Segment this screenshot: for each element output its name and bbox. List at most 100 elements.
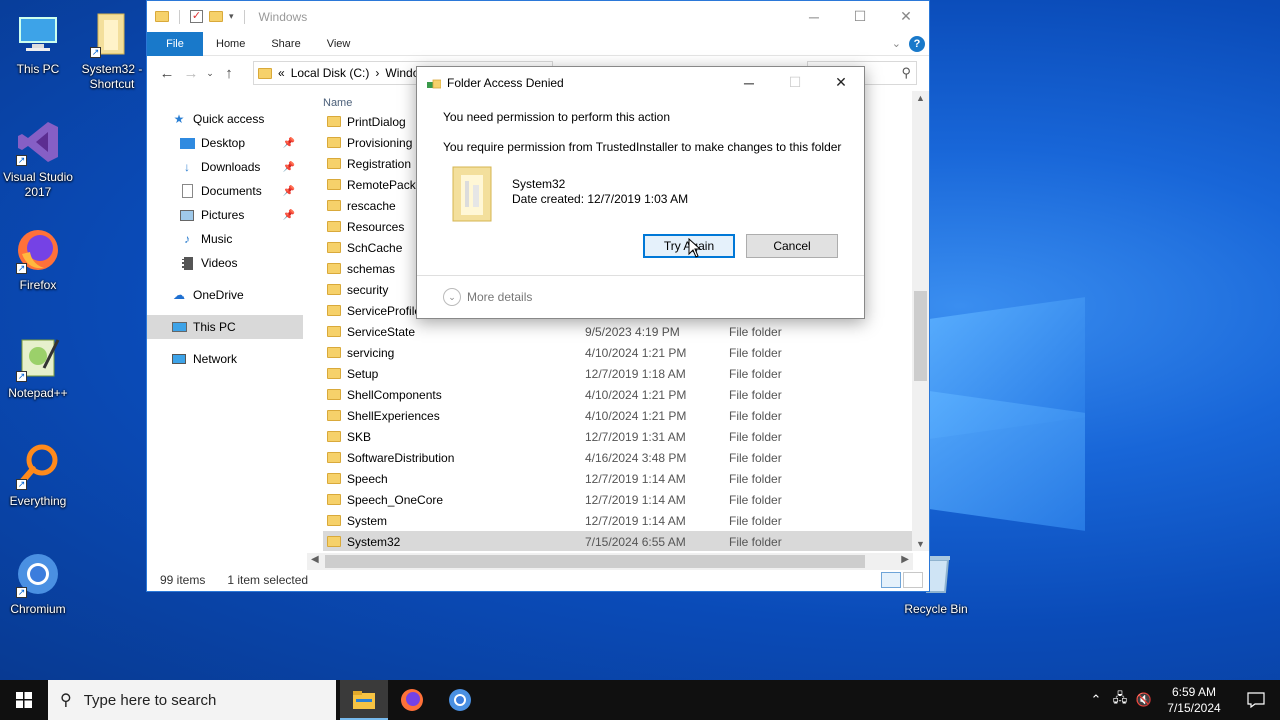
breadcrumb-local-disk[interactable]: Local Disk (C:) <box>291 66 370 80</box>
vertical-scrollbar[interactable]: ▲ ▼ <box>912 91 929 551</box>
folder-icon <box>327 347 341 358</box>
folder-icon <box>327 326 341 337</box>
shortcut-arrow-icon: ↗ <box>16 587 27 598</box>
explorer-titlebar[interactable]: ✓ ▾ Windows ─ ☐ ✕ <box>147 1 929 32</box>
desktop-icon-this-pc[interactable]: This PC <box>0 10 76 77</box>
breadcrumb-separator[interactable]: › <box>375 66 379 80</box>
maximize-button[interactable]: ☐ <box>837 1 883 32</box>
chevron-up-icon[interactable]: ⌃ <box>1084 692 1108 708</box>
file-date-modified: 12/7/2019 1:14 AM <box>585 513 686 528</box>
status-bar: 99 items 1 item selected <box>147 569 929 591</box>
back-button[interactable]: ← <box>155 65 179 82</box>
desktop-icon-notepad-plus-plus[interactable]: ↗ Notepad++ <box>0 334 76 401</box>
divider <box>417 275 864 276</box>
taskbar-firefox[interactable] <box>388 680 436 720</box>
taskbar-search-box[interactable]: ⚲ Type here to search <box>48 680 336 720</box>
desktop-icon-system32-shortcut[interactable]: ↗ System32 - Shortcut <box>74 10 150 92</box>
notification-center-button[interactable] <box>1232 680 1280 720</box>
folder-icon <box>427 78 442 88</box>
minimize-button[interactable]: ─ <box>791 1 837 32</box>
chevron-down-icon[interactable]: ▾ <box>229 11 234 22</box>
desktop-icon-firefox[interactable]: ↗ Firefox <box>0 226 76 293</box>
file-row[interactable]: SoftwareDistribution 4/16/2024 3:48 PM Fil… <box>323 447 913 468</box>
forward-button[interactable]: → <box>179 65 203 82</box>
network-icon[interactable]: 🖧 <box>1108 689 1132 711</box>
sidebar-item-downloads[interactable]: ↓ Downloads 📌 <box>147 155 303 179</box>
scroll-down-icon[interactable]: ▼ <box>912 539 929 549</box>
taskbar-file-explorer[interactable] <box>340 680 388 720</box>
folder-icon <box>327 536 341 547</box>
up-button[interactable]: ↑ <box>217 65 241 82</box>
folder-icon <box>327 389 341 400</box>
sidebar-item-videos[interactable]: Videos <box>147 251 303 275</box>
sidebar-item-onedrive[interactable]: ☁ OneDrive <box>147 283 303 307</box>
properties-icon[interactable]: ✓ <box>190 10 203 23</box>
scroll-up-icon[interactable]: ▲ <box>912 93 929 103</box>
taskbar-chromium[interactable] <box>436 680 484 720</box>
new-folder-icon[interactable] <box>209 11 223 22</box>
details-view-button[interactable] <box>881 572 901 588</box>
scroll-right-icon[interactable]: ▶ <box>901 554 909 565</box>
file-row[interactable]: ShellExperiences 4/10/2024 1:21 PM File fo… <box>323 405 913 426</box>
recent-locations-icon[interactable]: ⌄ <box>203 68 217 79</box>
file-row[interactable]: servicing 4/10/2024 1:21 PM File folder <box>323 342 913 363</box>
scrollbar-thumb[interactable] <box>325 555 865 568</box>
large-icons-view-button[interactable] <box>903 572 923 588</box>
search-icon: ⚲ <box>60 692 72 709</box>
file-date-modified: 4/10/2024 1:21 PM <box>585 408 687 423</box>
help-icon[interactable]: ? <box>909 36 925 52</box>
file-row[interactable]: ShellComponents 4/10/2024 1:21 PM File fol… <box>323 384 913 405</box>
file-name: System <box>347 513 388 528</box>
dialog-close-button[interactable]: ✕ <box>818 67 864 98</box>
firefox-icon <box>401 689 423 711</box>
horizontal-scrollbar[interactable]: ◀ ▶ <box>307 553 913 570</box>
file-row[interactable]: System 12/7/2019 1:14 AM File folder <box>323 510 913 531</box>
file-name: Setup <box>347 366 379 381</box>
dialog-minimize-button[interactable]: ─ <box>726 67 772 98</box>
tab-home[interactable]: Home <box>203 32 258 56</box>
pin-icon[interactable]: 📌 <box>283 162 295 173</box>
dialog-heading: You need permission to perform this acti… <box>443 110 671 124</box>
clock[interactable]: 6:59 AM 7/15/2024 <box>1156 684 1232 716</box>
pin-icon[interactable]: 📌 <box>283 210 295 221</box>
file-name: System32 <box>347 534 401 549</box>
desktop-icon-chromium[interactable]: ↗ Chromium <box>0 550 76 617</box>
file-row[interactable]: ServiceState 9/5/2023 4:19 PM File folder <box>323 321 913 342</box>
scroll-left-icon[interactable]: ◀ <box>311 554 319 565</box>
tab-view[interactable]: View <box>314 32 364 56</box>
volume-muted-icon[interactable]: 🔇 <box>1132 692 1156 708</box>
dialog-titlebar[interactable]: Folder Access Denied ─ ☐ ✕ <box>417 67 864 98</box>
desktop-icon-visual-studio[interactable]: ↗ Visual Studio 2017 <box>0 118 76 200</box>
folder-icon <box>327 158 341 169</box>
tab-file[interactable]: File <box>147 31 203 56</box>
start-button[interactable] <box>0 680 48 720</box>
more-details-toggle[interactable]: ⌄ More details <box>443 288 532 306</box>
file-row[interactable]: Speech 12/7/2019 1:14 AM File folder <box>323 468 913 489</box>
close-button[interactable]: ✕ <box>883 1 929 32</box>
file-row[interactable]: Setup 12/7/2019 1:18 AM File folder <box>323 363 913 384</box>
sidebar-item-this-pc[interactable]: This PC <box>147 315 303 339</box>
file-date-modified: 7/15/2024 6:55 AM <box>585 534 686 549</box>
notification-icon <box>1247 692 1265 708</box>
desktop-icon-everything[interactable]: ↗ Everything <box>0 442 76 509</box>
file-date-modified: 4/10/2024 1:21 PM <box>585 387 687 402</box>
sidebar-item-pictures[interactable]: Pictures 📌 <box>147 203 303 227</box>
sidebar-item-desktop[interactable]: Desktop 📌 <box>147 131 303 155</box>
scrollbar-thumb[interactable] <box>914 291 927 381</box>
tab-share[interactable]: Share <box>258 32 313 56</box>
cancel-button[interactable]: Cancel <box>746 234 838 258</box>
column-header-name[interactable]: Name <box>323 97 352 111</box>
sidebar-item-network[interactable]: Network <box>147 347 303 371</box>
folder-icon <box>327 410 341 421</box>
file-row[interactable]: Speech_OneCore 12/7/2019 1:14 AM File fold… <box>323 489 913 510</box>
expand-ribbon-icon[interactable]: ⌄ <box>892 37 901 50</box>
sidebar-item-quick-access[interactable]: ★ Quick access <box>147 107 303 131</box>
sidebar-item-documents[interactable]: Documents 📌 <box>147 179 303 203</box>
folder-icon <box>327 242 341 253</box>
breadcrumb-overflow[interactable]: « <box>278 66 285 80</box>
pin-icon[interactable]: 📌 <box>283 138 295 149</box>
file-row[interactable]: SKB 12/7/2019 1:31 AM File folder <box>323 426 913 447</box>
sidebar-item-music[interactable]: ♪ Music <box>147 227 303 251</box>
pin-icon[interactable]: 📌 <box>283 186 295 197</box>
file-row[interactable]: System32 7/15/2024 6:55 AM File folder <box>323 531 913 551</box>
